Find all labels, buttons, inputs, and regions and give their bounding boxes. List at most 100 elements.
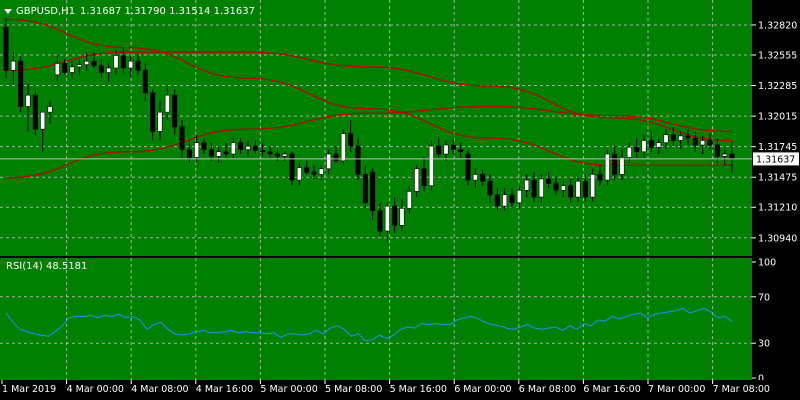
bear-candle-body bbox=[546, 178, 552, 184]
rsi-tick-label: 30 bbox=[758, 339, 770, 350]
bear-candle-body bbox=[685, 135, 691, 139]
bear-candle-body bbox=[729, 153, 735, 159]
bull-candle-body bbox=[164, 94, 170, 113]
bear-candle-body bbox=[348, 133, 354, 147]
bear-candle-body bbox=[670, 134, 676, 141]
bear-candle-body bbox=[333, 153, 339, 162]
bull-candle-body bbox=[40, 111, 46, 130]
pane-separator[interactable] bbox=[0, 256, 752, 258]
candle bbox=[32, 89, 38, 135]
bear-candle-body bbox=[252, 145, 258, 151]
bull-candle-body bbox=[590, 174, 596, 198]
price-tick-label: 1.32820 bbox=[758, 20, 797, 31]
time-tick-label: 5 Mar 16:00 bbox=[390, 384, 447, 395]
price-tick-label: 1.32285 bbox=[758, 81, 797, 92]
bear-candle-body bbox=[436, 145, 442, 155]
bull-candle-body bbox=[406, 191, 412, 209]
bull-candle-body bbox=[524, 179, 530, 191]
bear-candle-body bbox=[62, 63, 68, 73]
bull-candle-body bbox=[106, 67, 112, 73]
bull-candle-body bbox=[399, 208, 405, 226]
bear-candle-body bbox=[238, 142, 244, 150]
bear-candle-body bbox=[707, 140, 713, 146]
time-tick-label: 5 Mar 00:00 bbox=[260, 384, 317, 395]
bear-candle-body bbox=[98, 65, 104, 73]
bear-candle-body bbox=[223, 151, 229, 155]
price-tick-label: 1.32555 bbox=[758, 50, 797, 61]
bull-candle-body bbox=[443, 144, 449, 155]
time-tick-label: 4 Mar 08:00 bbox=[131, 384, 188, 395]
bull-candle-body bbox=[113, 55, 119, 69]
bear-candle-body bbox=[289, 153, 295, 181]
bull-candle-body bbox=[282, 153, 288, 157]
bull-candle-body bbox=[656, 142, 662, 148]
bear-candle-body bbox=[135, 60, 141, 71]
current-price-label: 1.31637 bbox=[756, 154, 795, 165]
bull-candle-body bbox=[626, 146, 632, 158]
bear-candle-body bbox=[531, 179, 537, 198]
bear-candle-body bbox=[18, 60, 24, 107]
bear-candle-body bbox=[142, 69, 148, 94]
time-tick-label: 7 Mar 00:00 bbox=[648, 384, 705, 395]
bear-candle-body bbox=[304, 167, 310, 173]
bear-candle-body bbox=[450, 144, 456, 150]
bear-candle-body bbox=[179, 126, 185, 150]
bull-candle-body bbox=[69, 66, 75, 73]
time-tick-label: 6 Mar 00:00 bbox=[454, 384, 511, 395]
bear-candle-body bbox=[465, 153, 471, 181]
bear-candle-body bbox=[421, 168, 427, 187]
bull-candle-body bbox=[340, 133, 346, 162]
candle bbox=[340, 129, 346, 166]
rsi-tick-label: 70 bbox=[758, 292, 770, 303]
price-tick-label: 1.32015 bbox=[758, 112, 797, 123]
bear-candle-body bbox=[311, 171, 317, 175]
bear-candle-body bbox=[91, 60, 97, 67]
bear-candle-body bbox=[582, 180, 588, 198]
bull-candle-body bbox=[472, 174, 478, 181]
bear-candle-body bbox=[509, 194, 515, 204]
bull-candle-body bbox=[84, 60, 90, 65]
ohlc-readout: 1.31687 1.31790 1.31514 1.31637 bbox=[80, 6, 255, 17]
bull-candle-body bbox=[296, 167, 302, 181]
bear-candle-body bbox=[377, 210, 383, 232]
bear-candle-body bbox=[274, 153, 280, 157]
bear-candle-body bbox=[150, 92, 156, 132]
bear-candle-body bbox=[267, 151, 273, 155]
bear-candle-body bbox=[692, 137, 698, 146]
time-tick-label: 6 Mar 16:00 bbox=[583, 384, 640, 395]
bear-candle-body bbox=[568, 185, 574, 198]
bull-candle-body bbox=[502, 194, 508, 207]
bear-candle-body bbox=[355, 145, 361, 175]
bear-candle-body bbox=[480, 174, 486, 182]
bull-candle-body bbox=[230, 142, 236, 155]
candle bbox=[3, 18, 9, 79]
bull-candle-body bbox=[700, 140, 706, 146]
price-tick-label: 1.31475 bbox=[758, 173, 797, 184]
bear-candle-body bbox=[208, 149, 214, 157]
bull-candle-body bbox=[157, 111, 163, 132]
bear-candle-body bbox=[714, 144, 720, 157]
bull-candle-body bbox=[194, 142, 200, 158]
rsi-tick-label: 100 bbox=[758, 258, 776, 269]
bull-candle-body bbox=[516, 189, 522, 204]
bear-candle-body bbox=[487, 180, 493, 196]
candle bbox=[604, 149, 610, 186]
bull-candle-body bbox=[575, 180, 581, 198]
bear-candle-body bbox=[553, 183, 559, 191]
time-tick-label: 5 Mar 08:00 bbox=[325, 384, 382, 395]
bear-candle-body bbox=[458, 149, 464, 153]
chart-window[interactable]: 1.32820 1.32555 1.32285 1.32015 1.31745 1.314… bbox=[0, 0, 800, 400]
bull-candle-body bbox=[318, 168, 324, 175]
candle bbox=[18, 55, 24, 113]
bear-candle-body bbox=[172, 94, 178, 128]
price-pane-background bbox=[0, 0, 752, 256]
bull-candle-body bbox=[428, 145, 434, 187]
bear-candle-body bbox=[370, 171, 376, 211]
bull-candle-body bbox=[641, 140, 647, 153]
rsi-label: RSI(14) 48.5181 bbox=[6, 261, 87, 272]
symbol-timeframe-label: GBPUSD,H1 bbox=[16, 6, 75, 17]
time-tick-label: 1 Mar 2019 bbox=[2, 384, 56, 395]
time-tick-label: 7 Mar 08:00 bbox=[713, 384, 770, 395]
bull-candle-body bbox=[25, 94, 31, 107]
candle bbox=[428, 140, 434, 191]
